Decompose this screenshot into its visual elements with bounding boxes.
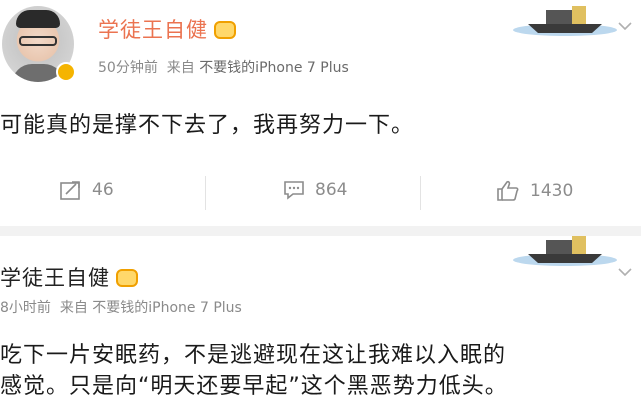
post2-author-name[interactable]: 学徒王自健 — [0, 266, 110, 290]
post1-time: 50分钟前 — [98, 60, 158, 76]
repost-icon — [60, 181, 80, 200]
comment-count: 864 — [315, 180, 348, 200]
verified-badge-icon — [56, 62, 76, 82]
chevron-down-icon[interactable] — [618, 268, 632, 276]
like-count: 1430 — [530, 181, 574, 201]
post2-text-line1: 吃下一片安眠药，不是逃避现在这让我难以入眠的 — [0, 343, 507, 368]
post2-author[interactable]: 学徒王自健 — [0, 262, 138, 292]
post1-text: 可能真的是撑不下去了，我再努力一下。 — [0, 113, 415, 138]
boat-icon — [513, 236, 617, 266]
post1-author-name[interactable]: 学徒王自健 — [98, 18, 208, 42]
post1-author[interactable]: 学徒王自健 — [98, 14, 236, 44]
post1-meta: 50分钟前 来自 不要钱的iPhone 7 Plus — [98, 57, 349, 77]
avatar-hair — [16, 10, 60, 28]
post2-text-line2: 感觉。只是向“明天还要早起”这个黑恶势力低头。 — [0, 374, 508, 399]
post2-time: 8小时前 — [0, 300, 51, 316]
comment-icon — [284, 181, 304, 200]
post1-source[interactable]: 不要钱的iPhone 7 Plus — [199, 60, 349, 76]
crown-icon — [214, 21, 236, 39]
boat-icon — [513, 6, 617, 36]
action-divider — [205, 176, 206, 210]
chevron-down-icon[interactable] — [618, 22, 632, 30]
like-button[interactable]: 1430 — [496, 180, 573, 202]
crown-icon — [116, 269, 138, 287]
post2-meta: 8小时前 来自 不要钱的iPhone 7 Plus — [0, 297, 242, 317]
post1-source-prefix: 来自 — [166, 60, 195, 76]
comment-button[interactable]: 864 — [283, 180, 347, 200]
post2-source-prefix: 来自 — [59, 300, 88, 316]
repost-count: 46 — [92, 180, 114, 200]
action-divider — [420, 176, 421, 210]
like-icon — [497, 180, 519, 201]
post1-action-bar: 46 864 1430 — [0, 168, 641, 218]
repost-button[interactable]: 46 — [60, 180, 114, 200]
post2-text: 吃下一片安眠药，不是逃避现在这让我难以入眠的 感觉。只是向“明天还要早起”这个黑… — [0, 340, 641, 402]
avatar-glasses — [19, 36, 57, 46]
post2-source[interactable]: 不要钱的iPhone 7 Plus — [92, 300, 242, 316]
